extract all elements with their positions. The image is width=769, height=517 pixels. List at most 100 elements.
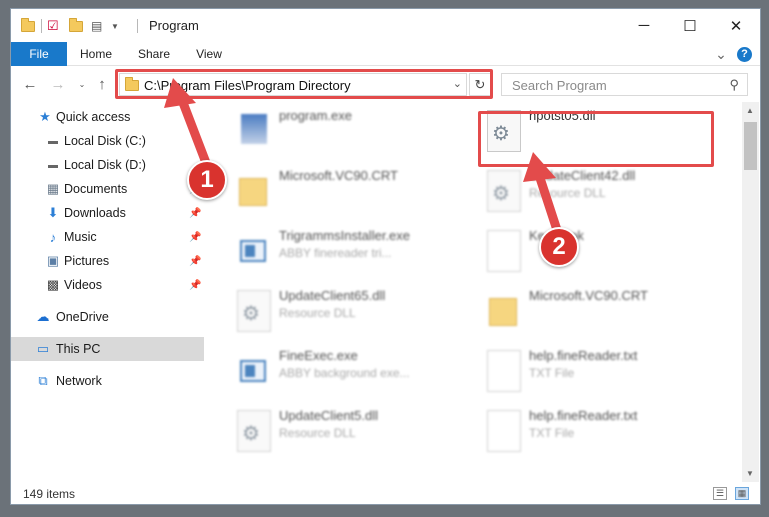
search-input[interactable]: Search Program ⚲ — [501, 73, 748, 96]
window-title: Program — [149, 18, 199, 33]
chevron-down-icon[interactable]: ▼ — [111, 18, 119, 34]
download-icon: ⬇ — [47, 205, 59, 220]
file-name: UpdateClient65.dll — [279, 288, 386, 303]
up-button[interactable]: ↑ — [93, 75, 111, 93]
minimize-button[interactable]: ─ — [621, 9, 667, 42]
sidebar-item-this-pc[interactable]: ▭ This PC — [11, 337, 204, 361]
text-file-icon — [487, 350, 521, 392]
folder-icon — [487, 290, 521, 332]
sidebar-item-downloads[interactable]: ⬇ Downloads 📌 — [11, 201, 204, 225]
divider — [137, 19, 138, 33]
file-item[interactable]: Microsoft.VC90.CRT — [217, 164, 457, 222]
drive-icon: ▬ — [48, 159, 58, 171]
pin-icon[interactable]: 📌 — [189, 280, 201, 291]
file-item[interactable]: Microsoft.VC90.CRT — [467, 284, 707, 342]
sidebar-item-music[interactable]: ♪ Music 📌 — [11, 225, 204, 249]
back-button[interactable]: ← — [21, 75, 39, 93]
sidebar-item-label: Local Disk (D:) — [64, 158, 146, 172]
forward-button[interactable]: → — [49, 75, 67, 93]
file-type: Resource DLL — [529, 186, 606, 200]
file-item[interactable]: FineExec.exe ABBY background exe... — [217, 344, 457, 402]
sidebar-item-local-disk-d[interactable]: ▬ Local Disk (D:) — [11, 153, 204, 177]
divider — [41, 19, 42, 33]
help-icon[interactable]: ? — [737, 47, 752, 62]
explorer-window: ☑ ▤ ▼ Program ─ ☐ ✕ File Home Share View… — [10, 8, 761, 505]
sidebar-item-local-disk-c[interactable]: ▬ Local Disk (C:) — [11, 129, 204, 153]
network-icon: ⧉ — [38, 373, 48, 388]
pin-icon[interactable]: 📌 — [189, 232, 201, 243]
file-type: TXT File — [529, 426, 575, 440]
file-item[interactable]: program.exe — [217, 104, 457, 162]
file-type: Resource DLL — [279, 306, 356, 320]
file-highlight — [478, 111, 714, 167]
file-type: Resource DLL — [279, 426, 356, 440]
pin-icon[interactable]: 📌 — [189, 208, 201, 219]
sidebar-item-label: Network — [56, 374, 102, 388]
scroll-up-icon[interactable]: ▲ — [746, 106, 754, 115]
pictures-icon: ▣ — [46, 253, 60, 268]
app-icon — [237, 230, 271, 272]
file-name: program.exe — [279, 108, 352, 123]
text-file-icon — [487, 410, 521, 452]
file-type: TXT File — [529, 366, 575, 380]
file-name: help.fineReader.txt — [529, 408, 638, 423]
ribbon-expand-icon[interactable]: ⌄ — [713, 42, 729, 66]
sidebar-item-label: OneDrive — [56, 310, 109, 324]
step-badge-1: 1 — [187, 160, 227, 200]
tab-home[interactable]: Home — [73, 42, 119, 66]
sidebar-item-documents[interactable]: ▦ Documents 📌 — [11, 177, 204, 201]
file-item[interactable]: help.fineReader.txt TXT File — [467, 404, 707, 462]
scroll-thumb[interactable] — [744, 122, 757, 170]
tab-share[interactable]: Share — [131, 42, 177, 66]
sidebar-item-videos[interactable]: ▩ Videos 📌 — [11, 273, 204, 297]
file-item[interactable]: ⚙ UpdateClient5.dll Resource DLL — [217, 404, 457, 462]
app-icon — [237, 350, 271, 392]
sidebar-item-quick-access[interactable]: ★ Quick access — [11, 105, 204, 129]
step-badge-2: 2 — [539, 227, 579, 267]
file-item[interactable]: Kernel.pk — [467, 224, 707, 282]
music-icon: ♪ — [49, 229, 57, 245]
cloud-icon: ☁ — [36, 309, 50, 324]
recent-locations-icon[interactable]: ⌄ — [73, 75, 91, 93]
close-button[interactable]: ✕ — [713, 9, 759, 42]
sidebar-item-label: This PC — [56, 342, 101, 356]
file-item[interactable]: TrigrammsInstaller.exe ABBY finereader t… — [217, 224, 457, 282]
sidebar-item-pictures[interactable]: ▣ Pictures 📌 — [11, 249, 204, 273]
view-options-icon[interactable]: ▤ — [91, 18, 102, 34]
sidebar-item-label: Pictures — [64, 254, 110, 268]
status-bar: 149 items ☰ ▦ — [11, 482, 760, 504]
vertical-scrollbar[interactable]: ▲ ▼ — [742, 102, 759, 482]
tab-view[interactable]: View — [189, 42, 229, 66]
sidebar-item-onedrive[interactable]: ☁ OneDrive — [11, 305, 204, 329]
sidebar-item-label: Videos — [64, 278, 102, 292]
scroll-down-icon[interactable]: ▼ — [746, 469, 754, 478]
properties-icon[interactable]: ☑ — [47, 18, 59, 34]
details-view-icon[interactable]: ☰ — [713, 487, 727, 500]
new-folder-icon[interactable] — [69, 17, 83, 34]
dll-icon: ⚙ — [237, 290, 271, 332]
drive-icon: ▬ — [48, 135, 58, 147]
sidebar-item-network[interactable]: ⧉ Network — [11, 369, 204, 393]
folder-icon — [237, 170, 271, 212]
file-name: Microsoft.VC90.CRT — [279, 168, 398, 183]
sidebar-item-label: Local Disk (C:) — [64, 134, 146, 148]
file-item[interactable]: ⚙ UpdateClient65.dll Resource DLL — [217, 284, 457, 342]
search-icon: ⚲ — [729, 77, 739, 92]
navigation-pane: ★ Quick access ▬ Local Disk (C:) ▬ Local… — [11, 102, 204, 482]
file-item[interactable]: help.fineReader.txt TXT File — [467, 344, 707, 402]
large-icons-view-icon[interactable]: ▦ — [735, 487, 749, 500]
pin-icon[interactable]: 📌 — [189, 256, 201, 267]
file-name: help.fineReader.txt — [529, 348, 638, 363]
folder-icon — [21, 17, 35, 34]
search-placeholder: Search Program — [512, 78, 607, 93]
sidebar-item-label: Music — [64, 230, 97, 244]
file-name: Microsoft.VC90.CRT — [529, 288, 648, 303]
file-item[interactable]: ⚙ UpdateClient42.dll Resource DLL — [467, 164, 707, 222]
file-name: UpdateClient5.dll — [279, 408, 379, 423]
file-name: TrigrammsInstaller.exe — [279, 228, 410, 243]
maximize-button[interactable]: ☐ — [667, 9, 713, 42]
computer-icon: ▭ — [36, 341, 50, 356]
tab-file[interactable]: File — [11, 42, 67, 66]
address-highlight — [115, 69, 493, 99]
file-type: ABBY background exe... — [279, 366, 410, 380]
